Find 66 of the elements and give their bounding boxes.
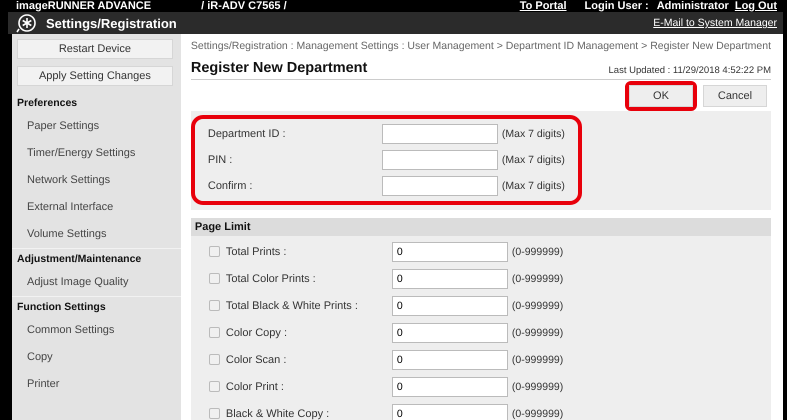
limit-label: Black & White Copy :	[226, 408, 330, 420]
input-field[interactable]: 0	[392, 296, 508, 316]
page-title: Register New Department	[190, 60, 368, 76]
action-button[interactable]: Cancel	[703, 85, 767, 107]
limit-label: Color Scan :	[226, 354, 288, 366]
product-name: imageRUNNER ADVANCE	[16, 0, 152, 12]
checkbox[interactable]	[208, 300, 220, 311]
field-label: Confirm :	[208, 180, 254, 192]
limit-label: Total Black & White Prints :	[226, 300, 359, 312]
limit-label: Total Prints :	[226, 246, 288, 258]
sidebar-item[interactable]: Adjust Image Quality	[12, 269, 181, 296]
checkbox[interactable]	[208, 246, 220, 257]
sidebar-item[interactable]: Timer/Energy Settings	[12, 140, 181, 167]
input-field[interactable]	[382, 150, 498, 170]
input-field[interactable]	[382, 176, 498, 196]
input-field[interactable]: 0	[392, 404, 508, 420]
limit-label: Color Copy :	[226, 326, 288, 338]
last-updated: Last Updated : 11/29/2018 4:52:22 PM	[608, 65, 771, 76]
email-link[interactable]: E-Mail to System Manager	[653, 17, 777, 29]
field-hint: (Max 7 digits)	[502, 154, 565, 166]
sidebar-button[interactable]: Restart Device	[17, 39, 173, 59]
input-field[interactable]: 0	[392, 322, 508, 342]
logout-link[interactable]: Log Out	[734, 0, 777, 12]
field-label: PIN :	[208, 154, 234, 166]
sidebar-item[interactable]: Network Settings	[12, 167, 181, 194]
sidebar-heading: Preferences	[16, 96, 78, 111]
field-hint: (0-999999)	[512, 300, 564, 312]
sidebar-heading: Adjustment/Maintenance	[12, 248, 181, 269]
field-hint: (0-999999)	[512, 408, 564, 420]
sidebar-item[interactable]: Paper Settings	[12, 113, 181, 140]
sidebar-item[interactable]: Common Settings	[12, 317, 181, 344]
login-user: Administrator	[656, 0, 729, 12]
checkbox[interactable]	[208, 354, 220, 365]
limit-label: Total Color Prints :	[226, 272, 317, 284]
sidebar-heading: Function Settings	[12, 296, 181, 317]
sidebar-item[interactable]: Printer	[12, 371, 181, 398]
field-hint: (Max 7 digits)	[502, 128, 565, 140]
section-header: Page Limit	[190, 218, 771, 236]
breadcrumb: Settings/Registration : Management Settings : User Management > Department ID Management > Register New Department	[190, 40, 771, 52]
sidebar-button[interactable]: Apply Setting Changes	[17, 66, 173, 86]
field-label: Department ID :	[208, 128, 287, 140]
portal-link[interactable]: To Portal	[520, 0, 567, 12]
device-name: / iR-ADV C7565 /	[201, 0, 287, 12]
sidebar-item[interactable]: Volume Settings	[12, 221, 181, 248]
input-field[interactable]	[382, 124, 498, 144]
field-hint: (0-999999)	[512, 380, 564, 392]
input-field[interactable]: 0	[392, 350, 508, 370]
section-title: Settings/Registration	[46, 16, 177, 30]
field-hint: (0-999999)	[512, 246, 564, 258]
asterisk-logo-icon	[16, 12, 38, 34]
field-hint: (Max 7 digits)	[502, 180, 565, 192]
limit-label: Color Print :	[226, 380, 285, 392]
checkbox[interactable]	[208, 381, 220, 392]
field-hint: (0-999999)	[512, 354, 564, 366]
field-hint: (0-999999)	[512, 272, 564, 284]
login-label: Login User :	[584, 0, 649, 12]
field-hint: (0-999999)	[512, 326, 564, 338]
sidebar-item[interactable]: External Interface	[12, 194, 181, 221]
input-field[interactable]: 0	[392, 242, 508, 262]
sidebar-item[interactable]: Copy	[12, 344, 181, 371]
checkbox[interactable]	[208, 408, 220, 419]
input-field[interactable]: 0	[392, 376, 508, 396]
checkbox[interactable]	[208, 327, 220, 338]
action-button[interactable]: OK	[629, 85, 693, 107]
input-field[interactable]: 0	[392, 268, 508, 288]
checkbox[interactable]	[208, 273, 220, 284]
